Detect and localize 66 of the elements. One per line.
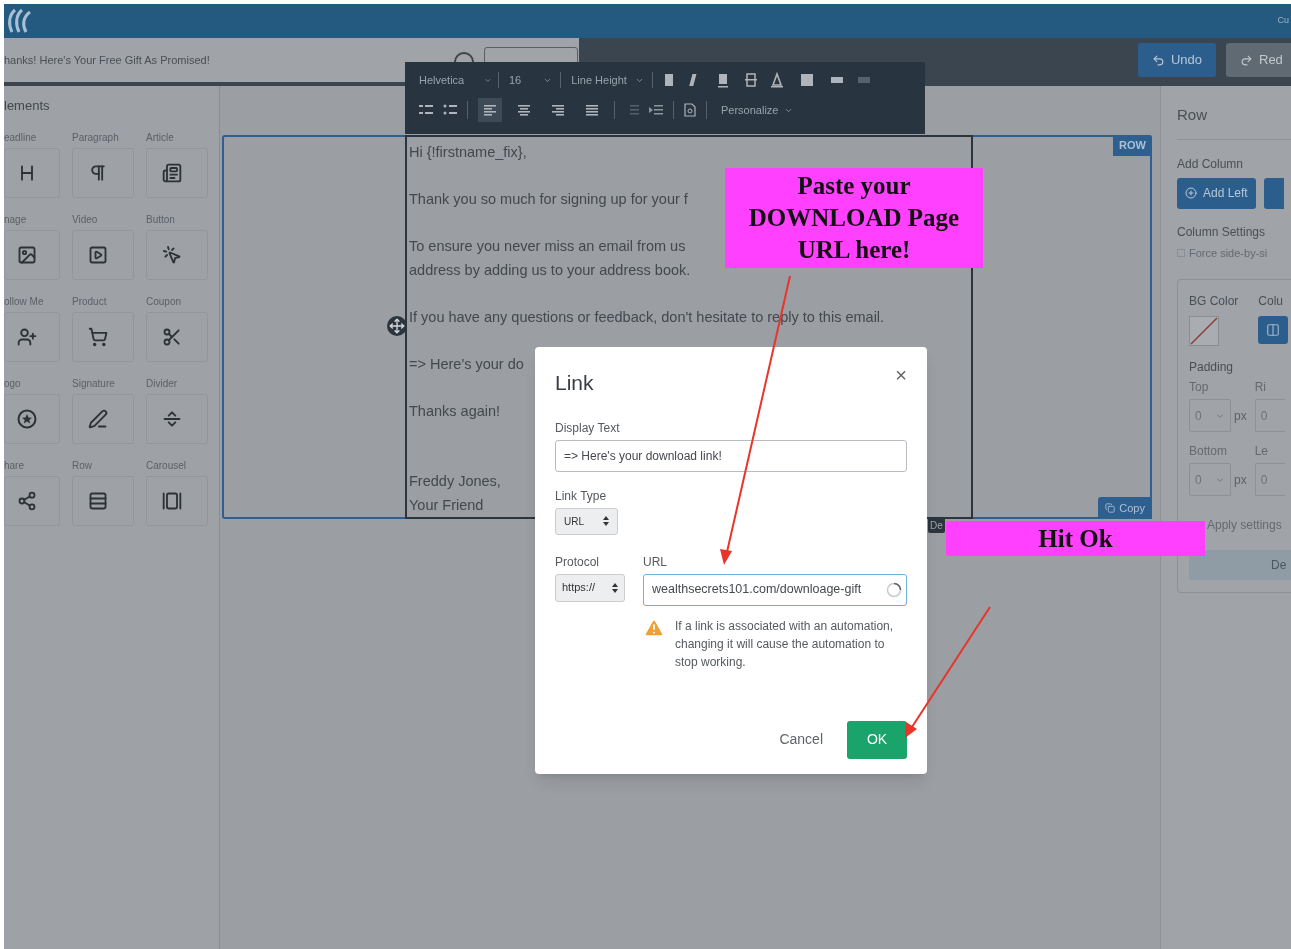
field-label: Ri <box>1254 379 1268 396</box>
field-label: Protocol <box>555 553 601 571</box>
ok-button[interactable]: OK <box>847 720 907 759</box>
element-label: ollow Me <box>4 294 45 306</box>
field-label: Display Text <box>555 419 620 437</box>
panel-title: Row <box>1177 104 1291 140</box>
section-label: Column Settings <box>1177 223 1267 241</box>
email-text-line: Hi {!firstname_fix}, <box>409 143 527 162</box>
account-text: Cu <box>1277 14 1289 28</box>
annotation-callout: Paste your DOWNLOAD Page URL here! <box>725 168 983 268</box>
copy-button[interactable]: Copy <box>1098 496 1152 519</box>
element-label: Paragraph <box>72 130 120 142</box>
element-label: eadline <box>4 130 38 142</box>
field-label: Top <box>1189 379 1210 396</box>
annotation-callout: Hit Ok <box>946 521 1205 556</box>
email-text-line: Thanks again! <box>409 401 501 421</box>
element-label: Carousel <box>146 458 188 470</box>
element-label: Article <box>146 130 175 142</box>
section-label: Add Column <box>1177 155 1245 173</box>
field-label: Le <box>1254 443 1270 460</box>
checkbox-label: Apply settings <box>1207 517 1282 534</box>
email-text-line: Thank you so much for signing up for your f <box>409 190 688 209</box>
element-label: Row <box>72 458 93 470</box>
element-label: nage <box>4 212 28 224</box>
field-label: BG Color <box>1189 293 1239 310</box>
size-dropdown[interactable]: 16 <box>509 71 562 89</box>
email-text-line: To ensure you never miss an email from us <box>409 237 686 256</box>
subject-text: hanks! Here's Your Free Gift As Promised! <box>4 52 211 68</box>
link-type-select[interactable]: URL <box>555 507 618 535</box>
element-label: Button <box>146 212 176 224</box>
field-label: Link Type <box>555 487 607 505</box>
close-button[interactable]: × <box>895 365 907 385</box>
email-text-line: => Here's your do <box>409 354 524 374</box>
redo-button[interactable]: Red <box>1226 43 1291 77</box>
dialog-title: Link <box>555 370 594 396</box>
cancel-button[interactable]: Cancel <box>779 729 823 750</box>
field-label: Bottom <box>1189 443 1228 460</box>
element-label: ogo <box>4 376 22 388</box>
unit-text: px <box>1234 407 1247 425</box>
element-label: Product <box>72 294 108 306</box>
undo-button[interactable]: Undo <box>1137 43 1216 77</box>
email-text-line: Your Friend <box>409 495 484 515</box>
protocol-select[interactable]: https:// <box>555 573 625 602</box>
add-left-button[interactable]: Add Left <box>1177 177 1256 209</box>
field-label: Colu <box>1258 293 1285 310</box>
checkbox-label: Force side-by-si <box>1189 245 1268 261</box>
email-text-line: Freddy Jones, <box>409 472 501 491</box>
element-label: Divider <box>146 376 179 388</box>
line-height-dropdown[interactable]: Line Height <box>571 71 653 89</box>
unit-text: px <box>1234 471 1247 489</box>
delete-button[interactable]: De <box>1189 550 1291 580</box>
row-tag: ROW <box>1113 135 1152 156</box>
element-label: Video <box>72 212 99 224</box>
element-label: Coupon <box>146 294 183 306</box>
font-dropdown[interactable]: Helvetica <box>419 71 499 89</box>
field-label: Padding <box>1189 359 1234 376</box>
delete-tag[interactable]: De <box>928 518 945 533</box>
url-field[interactable]: wealthsecrets101.com/downloage-gift <box>643 573 907 606</box>
display-text-field[interactable]: => Here's your download link! <box>555 439 907 472</box>
panel-title: lements <box>4 97 51 115</box>
personalize-dropdown[interactable]: Personalize <box>721 101 794 119</box>
email-text-line: address by adding us to your address book. <box>409 260 691 280</box>
element-label: hare <box>4 458 25 470</box>
warning-text: If a link is associated with an automation, changing it will cause the automation to stop working. <box>675 617 895 671</box>
element-label: Signature <box>72 376 116 388</box>
field-label: URL <box>643 553 668 571</box>
